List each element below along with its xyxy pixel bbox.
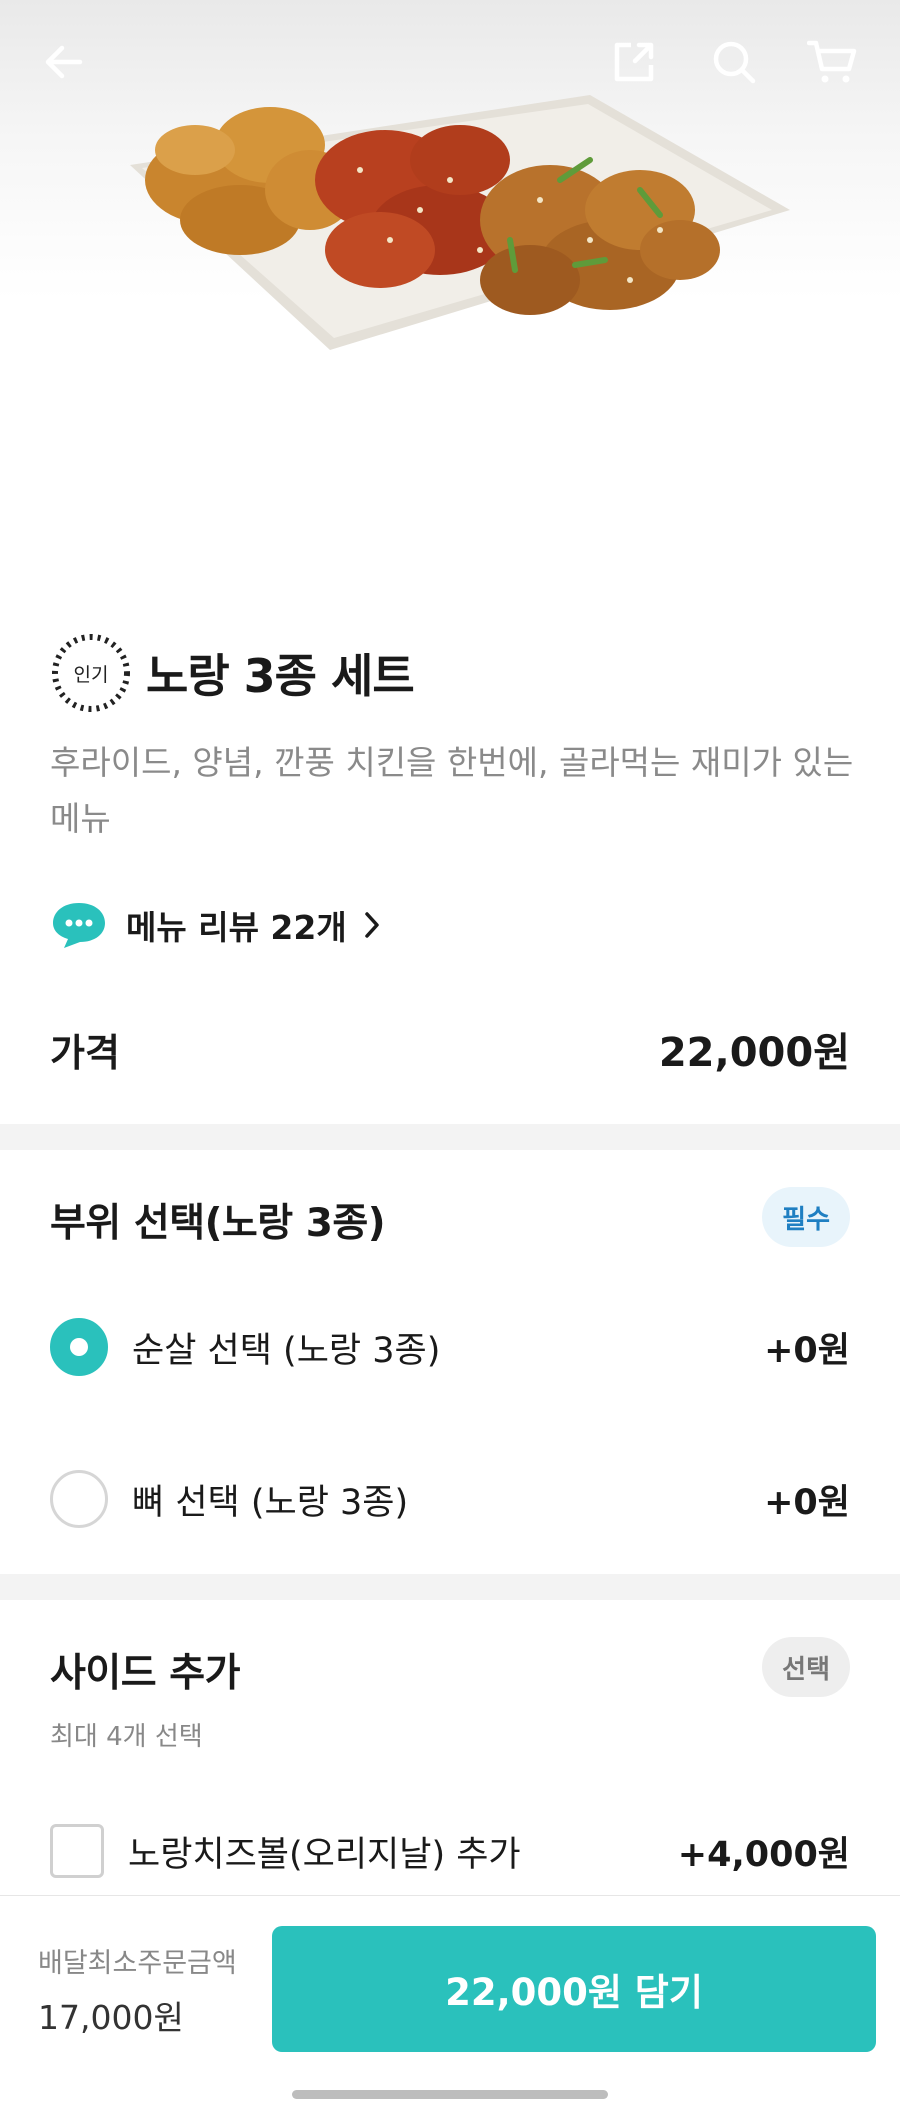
option-price: +0원	[764, 1482, 850, 1523]
required-badge: 필수	[762, 1187, 850, 1247]
min-order-label: 배달최소주문금액	[38, 1948, 237, 1979]
section-divider	[0, 1574, 900, 1600]
min-order-value: 17,000원	[38, 1998, 184, 2037]
radio-selected[interactable]	[50, 1318, 108, 1376]
option-label: 뼈 선택 (노랑 3종)	[132, 1482, 409, 1523]
side-section-title: 사이드 추가	[50, 1651, 240, 1696]
price-value: 22,000원	[658, 1030, 850, 1076]
option-price: +0원	[764, 1330, 850, 1371]
popular-badge-label: 인기	[73, 663, 109, 686]
cart-button[interactable]	[800, 30, 864, 94]
part-option-boneless[interactable]: 순살 선택 (노랑 3종) +0원	[50, 1318, 850, 1376]
option-price: +4,000원	[677, 1834, 850, 1875]
share-button[interactable]	[602, 30, 666, 94]
search-icon	[713, 41, 756, 84]
cart-icon	[807, 40, 857, 83]
checkbox[interactable]	[50, 1824, 104, 1878]
chicken-platter-image	[130, 95, 790, 350]
arrow-left-icon	[45, 45, 83, 79]
radio-unselected[interactable]	[50, 1470, 108, 1528]
chevron-right-icon	[364, 912, 379, 938]
home-indicator	[292, 2090, 608, 2099]
side-option-cheeseball[interactable]: 노랑치즈볼(오리지날) 추가 +4,000원	[50, 1824, 850, 1878]
top-app-bar	[0, 0, 900, 120]
section-divider	[0, 1124, 900, 1150]
option-label: 노랑치즈볼(오리지날) 추가	[128, 1834, 521, 1875]
optional-badge: 선택	[762, 1637, 850, 1697]
menu-review-link[interactable]: 메뉴 리뷰 22개	[50, 900, 381, 950]
price-label: 가격	[50, 1030, 120, 1075]
popular-badge: 인기	[50, 632, 132, 714]
back-button[interactable]	[32, 30, 96, 94]
menu-title-row: 인기 노랑 3종 세트	[50, 632, 415, 714]
part-option-bone[interactable]: 뼈 선택 (노랑 3종) +0원	[50, 1470, 850, 1528]
side-section-subtitle: 최대 4개 선택	[50, 1722, 203, 1752]
bottom-order-bar: 배달최소주문금액 17,000원 22,000원 담기	[0, 1895, 900, 2111]
add-to-cart-button[interactable]: 22,000원 담기	[272, 1926, 876, 2052]
search-button[interactable]	[702, 30, 766, 94]
part-section-title: 부위 선택(노랑 3종)	[50, 1201, 386, 1246]
menu-review-label: 메뉴 리뷰 22개	[126, 908, 347, 947]
menu-description: 후라이드, 양념, 깐풍 치킨을 한번에, 골라먹는 재미가 있는 메뉴	[50, 743, 854, 838]
menu-title: 노랑 3종 세트	[146, 649, 415, 703]
price-row: 가격 22,000원	[50, 1020, 850, 1078]
share-icon	[614, 42, 654, 82]
chat-bubble-icon	[53, 903, 105, 948]
option-label: 순살 선택 (노랑 3종)	[132, 1330, 441, 1371]
